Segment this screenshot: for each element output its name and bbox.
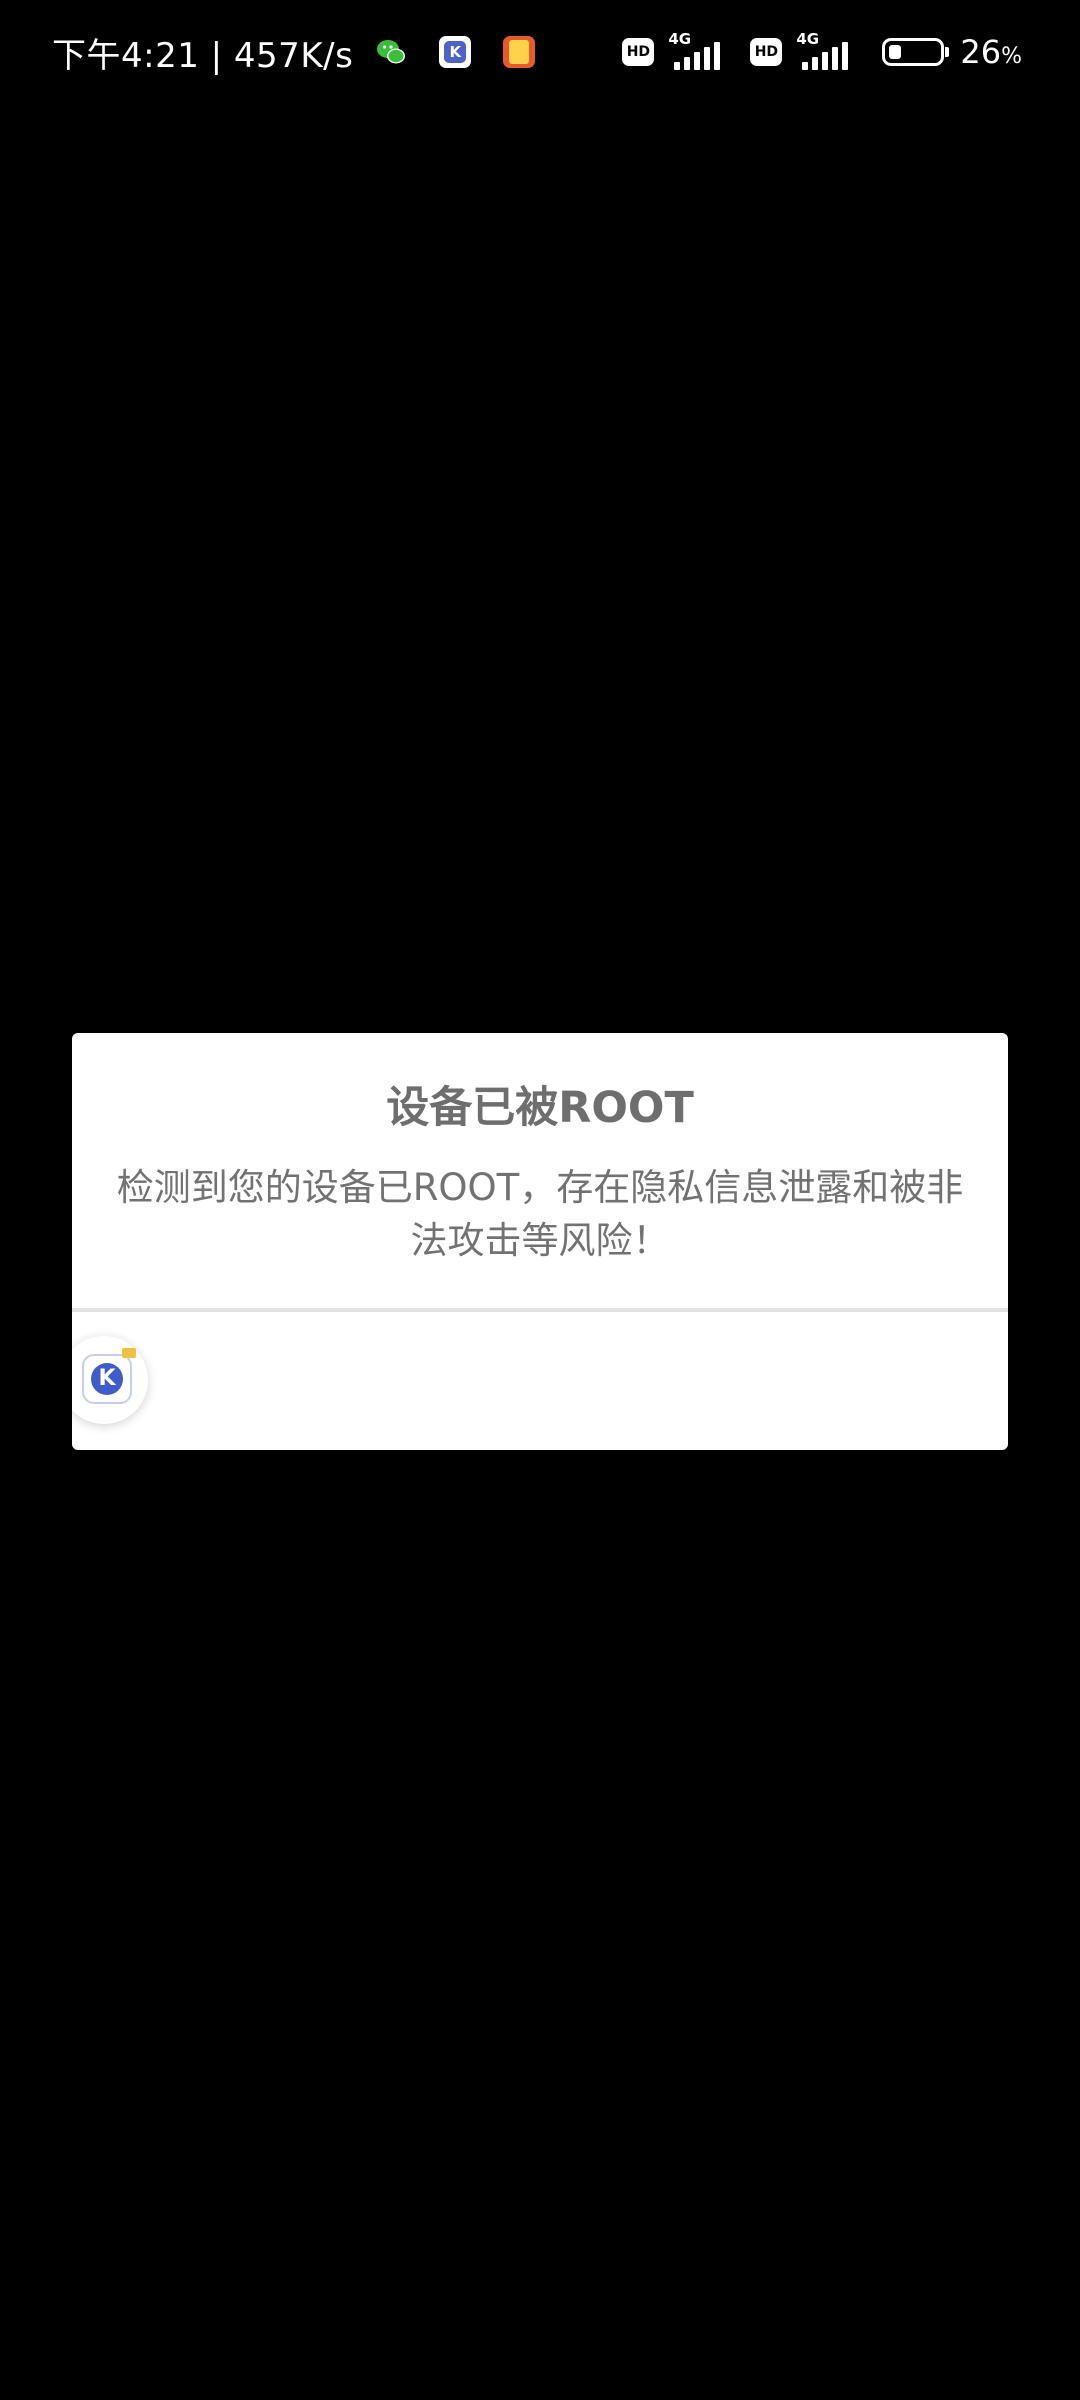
battery-percent: 26% [960, 33, 1022, 71]
dialog-button-area[interactable]: K [72, 1312, 1008, 1450]
k-app-notification-icon: K [439, 36, 472, 68]
status-left: 下午4:21 | 457K/s K [52, 28, 536, 76]
signal-sim2-icon: 4G [792, 30, 858, 74]
wechat-icon [375, 36, 407, 68]
hd-badge-sim1: HD [622, 38, 655, 66]
status-bar: 下午4:21 | 457K/s K HD 4G HD 4G 26% [0, 0, 1080, 104]
signal-sim1-icon: 4G [664, 30, 730, 74]
battery-level [889, 45, 902, 59]
dialog-title: 设备已被ROOT [386, 1083, 694, 1133]
root-warning-dialog: 设备已被ROOT 检测到您的设备已ROOT，存在隐私信息泄露和被非法攻击等风险！… [72, 1033, 1008, 1450]
red-app-notification-icon [503, 36, 536, 68]
status-time-speed: 下午4:21 | 457K/s [52, 35, 354, 76]
dialog-message: 检测到您的设备已ROOT，存在隐私信息泄露和被非法攻击等风险！ [116, 1166, 964, 1262]
hd-badge-sim2: HD [750, 38, 783, 66]
floating-k-app-icon[interactable]: K [72, 1336, 148, 1424]
battery-icon [882, 38, 950, 66]
status-right: HD 4G HD 4G 26% [622, 28, 1022, 76]
